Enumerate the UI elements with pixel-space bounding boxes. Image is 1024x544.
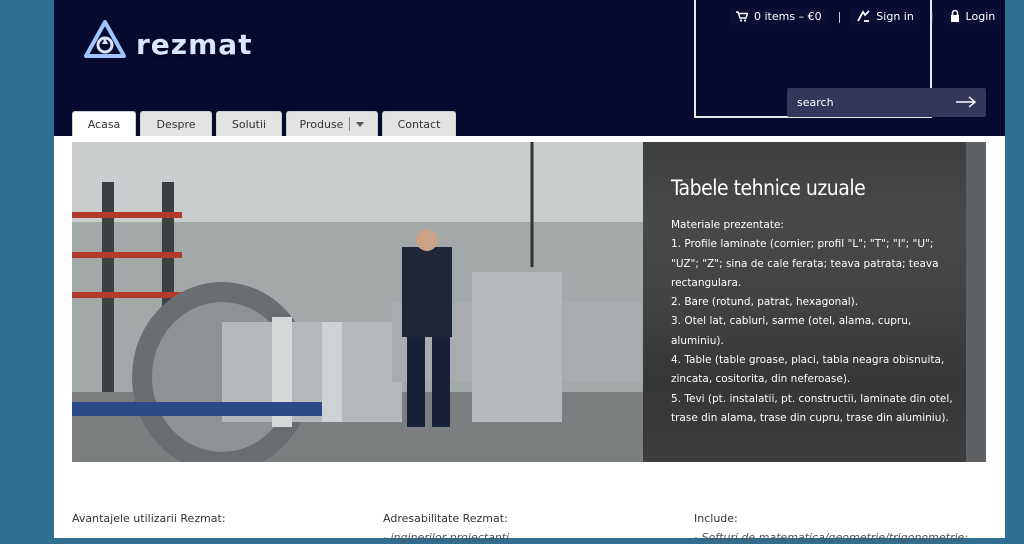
cart-text: 0 items – €0 [754,9,822,23]
search-box [787,88,986,117]
hero-title: Tabele tehnice uzuale [671,176,866,200]
tab-produse-label: Produse [299,117,344,131]
hero-banner: Tabele tehnice uzuale Materiale prezenta… [72,142,986,462]
arrow-right-icon[interactable] [954,94,978,110]
signin-text: Sign in [876,9,914,23]
signin-link[interactable]: Sign in [851,7,920,25]
lock-icon [950,10,960,22]
tab-solutii[interactable]: Solutii [216,111,282,136]
login-link[interactable]: Login [943,7,1002,25]
separator: | [837,9,842,23]
hero-line: 1. Profile laminate (cornier; profil "L"… [671,238,939,289]
column-title-adresabilitate: Adresabilitate Rezmat: [383,512,508,525]
hero-info-panel: Tabele tehnice uzuale Materiale prezenta… [643,142,966,462]
hero-side-strip [966,142,986,462]
column-title-include: Include: [694,512,738,525]
tab-produse[interactable]: Produse [286,111,378,136]
tab-despre[interactable]: Despre [140,111,212,136]
cart-icon [736,10,748,22]
chevron-down-icon [356,118,365,131]
login-text: Login [965,9,996,23]
user-bar: 0 items – €0 | Sign in | Login [730,4,1002,28]
site-header: rezmat 0 items – €0 | Sign in | Login se… [54,0,1005,136]
search-input[interactable] [787,88,957,117]
logo-icon [84,20,126,58]
hero-description: Materiale prezentate: 1. Profile laminat… [671,216,963,428]
tab-contact[interactable]: Contact [382,111,456,136]
tab-acasa[interactable]: Acasa [72,111,136,136]
column-title-avantaje: Avantajele utilizarii Rezmat: [72,512,226,525]
hero-image [72,142,643,462]
signin-icon [857,10,870,22]
hero-line: Materiale prezentate: [671,219,784,231]
hero-line: 4. Table (table groase, placi, tabla nea… [671,354,945,386]
logo-text: rezmat [136,28,253,61]
main-nav: Acasa Despre Solutii Produse Contact [72,111,456,136]
divider [349,117,351,131]
page-container: rezmat 0 items – €0 | Sign in | Login se… [54,0,1005,544]
hero-line: 5. Tevi (pt. instalatii, pt. constructii… [671,392,953,424]
logo[interactable]: rezmat [80,18,260,78]
separator: | [929,9,934,23]
cart-link[interactable]: 0 items – €0 [730,7,828,25]
hero-line: 3. Otel lat, cabluri, sarme (otel, alama… [671,315,912,347]
hero-line: 2. Bare (rotund, patrat, hexagonal). [671,296,859,309]
